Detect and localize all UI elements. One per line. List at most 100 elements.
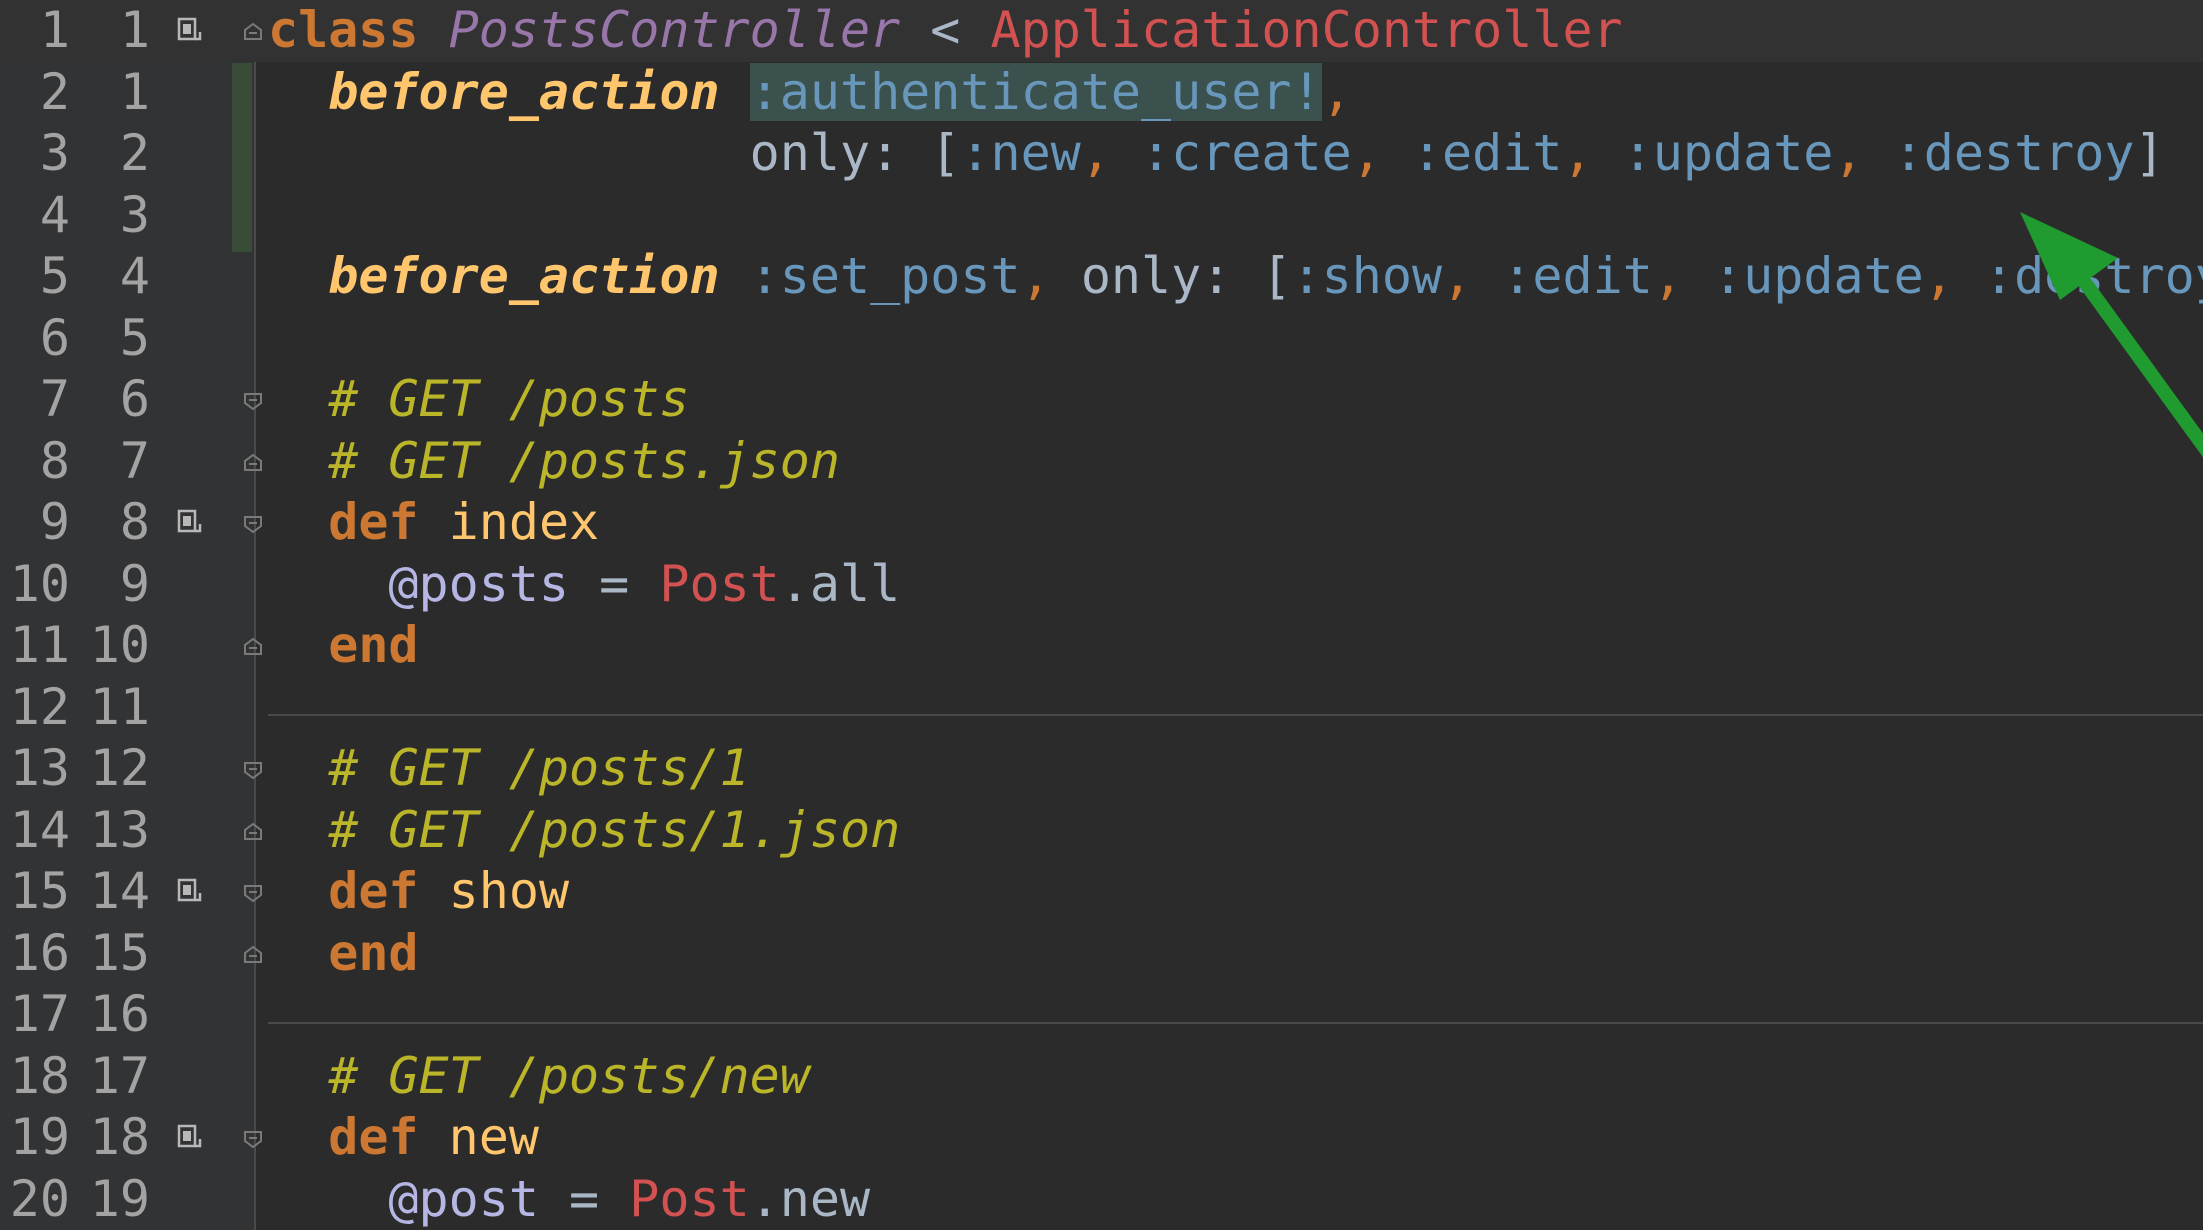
fold-marker-icon[interactable] [242,21,264,43]
old-line-number: 18 [9,1046,70,1105]
new-line-number: 8 [119,493,150,551]
old-line-number: 7 [39,370,70,428]
code-token: ApplicationController [990,1,1623,59]
code-line[interactable]: 98 def index [0,492,2203,554]
old-line-number: 20 [9,1169,70,1228]
code-text[interactable]: def show [268,861,569,923]
code-line[interactable]: 18 17 # GET /posts/new [0,1046,2203,1108]
code-text[interactable]: # GET /posts/new [268,1046,810,1108]
code-line[interactable]: 17 16 [0,984,2203,1046]
method-separator [268,714,2203,716]
old-line-number: 17 [9,985,70,1043]
code-text[interactable]: end [268,615,419,677]
code-line[interactable]: 21 before_action :authenticate_user!, [0,62,2203,124]
code-token: :set_post [749,247,1021,305]
code-token: PostsController [448,1,901,59]
code-text[interactable]: before_action :set_post, only: [:show, :… [268,246,2203,308]
fold-marker-icon[interactable] [242,821,264,843]
fold-marker-icon[interactable] [242,452,264,474]
code-token: show [448,862,570,920]
new-line-number: 1 [119,62,150,121]
fold-marker-icon[interactable] [242,636,264,658]
code-text[interactable]: @posts = Post.all [268,554,900,616]
fold-marker-icon[interactable] [242,513,264,535]
fold-marker-icon[interactable] [242,944,264,966]
code-token: = [599,554,630,613]
old-line-number: 13 [9,739,70,797]
code-line[interactable]: 15 14 def show [0,861,2203,923]
code-line[interactable]: 1 1 class PostsController < ApplicationCon… [0,0,2203,62]
code-line[interactable]: 10 9 @posts = Post.all [0,554,2203,616]
code-text[interactable]: # GET /posts/1.json [268,800,900,862]
code-token: end [328,616,419,674]
code-text[interactable]: # GET /posts/1 [268,738,749,800]
code-token: before_action [328,62,720,121]
code-token: < [930,1,961,59]
old-line-number: 16 [9,923,70,982]
bookmark-icon[interactable] [176,508,202,536]
code-text[interactable]: @post = Post.new [268,1169,870,1230]
bookmark-icon[interactable] [176,1123,202,1151]
code-line[interactable]: 12 11 [0,677,2203,739]
fold-marker-icon[interactable] [242,759,264,781]
old-line-number: 8 [39,431,70,490]
bookmark-icon[interactable] [176,877,202,905]
fold-marker-icon[interactable] [242,390,264,412]
code-line[interactable]: 11 10 end [0,615,2203,677]
bookmark-icon[interactable] [176,16,202,44]
code-line[interactable]: 32 only: [:new, :create, :edit, :update,… [0,123,2203,185]
code-text[interactable]: def new [268,1107,539,1169]
code-line[interactable]: 13 12 # GET /posts/1 [0,738,2203,800]
new-line-number: 15 [89,923,150,982]
code-token: , [1020,247,1051,305]
code-token: def [328,862,419,920]
code-token: # GET /posts/new [328,1046,810,1105]
code-token: @posts [388,554,570,613]
new-line-number: 1 [119,1,150,59]
code-text[interactable]: before_action :authenticate_user!, [268,62,1352,124]
new-line-number: 13 [89,800,150,859]
code-line[interactable]: 87 # GET /posts.json [0,431,2203,493]
code-token: @post [388,1169,539,1228]
code-text[interactable]: def index [268,492,599,554]
code-line[interactable]: 76 # GET /posts [0,369,2203,431]
code-text[interactable]: class PostsController < ApplicationContr… [268,0,1623,62]
code-line[interactable]: 20 19 @post = Post.new [0,1169,2203,1230]
code-line[interactable]: 43 [0,185,2203,247]
fold-marker-icon[interactable] [242,882,264,904]
code-token: :destroy [1983,247,2203,305]
code-line[interactable]: 19 18 def new [0,1107,2203,1169]
code-line[interactable]: 16 15 end [0,923,2203,985]
code-text[interactable]: # GET /posts [268,369,689,431]
code-text[interactable]: end [268,923,418,985]
new-line-number: 16 [89,985,150,1043]
code-token: Post [659,554,780,613]
code-token: = [569,1169,600,1228]
code-text[interactable]: # GET /posts.json [268,431,840,493]
fold-marker-icon[interactable] [242,1128,264,1150]
code-token: :update [1713,247,1924,305]
old-line-number: 14 [9,800,70,859]
code-editor[interactable]: 1 1 class PostsController < ApplicationCon… [0,0,2203,1230]
code-line[interactable]: 54 before_action :set_post, only: [:show… [0,246,2203,308]
code-line[interactable]: 65 [0,308,2203,370]
code-line[interactable]: 14 13 # GET /posts/1.json [0,800,2203,862]
new-line-number: 4 [119,247,150,305]
new-line-number: 14 [89,862,150,920]
code-token: .all [779,554,901,613]
code-text[interactable]: only: [:new, :create, :edit, :update, :d… [268,123,2165,185]
